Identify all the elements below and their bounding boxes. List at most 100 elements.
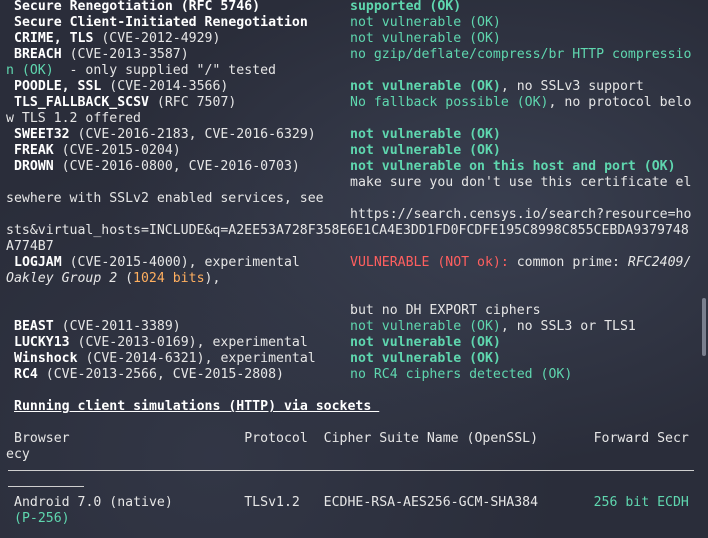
terminal-text: no RC4 ciphers detected (OK) [350, 367, 573, 382]
finding-result: not vulnerable (OK) [350, 15, 501, 31]
terminal-text: 256 bit ECDH [593, 495, 689, 510]
finding-label: Secure Client-Initiated Renegotiation [6, 15, 308, 30]
finding-label: n (OK) - only supplied "/" tested [6, 63, 276, 78]
terminal-text: n (OK) [6, 63, 54, 78]
finding-result: not vulnerable (OK) [350, 335, 501, 351]
terminal-line: LUCKY13 (CVE-2013-0169), experimental not… [6, 335, 696, 351]
finding-label: Oakley Group 2 (1024 bits), [6, 271, 220, 286]
terminal-text: (CVE-2016-0800, CVE-2016-0703) [53, 159, 300, 174]
terminal-text: (P-256) [14, 511, 70, 526]
terminal-text: (CVE-2013-2566, CVE-2015-2808) [37, 367, 284, 382]
finding-label: CRIME, TLS (CVE-2012-4929) [6, 31, 220, 46]
terminal-text: ), [204, 271, 221, 286]
table-header-rule [8, 470, 694, 471]
finding-result: not vulnerable on this host and port (OK… [350, 159, 676, 175]
finding-label: Browser Protocol Cipher Suite Name (Open… [6, 431, 689, 446]
terminal-line: Running client simulations (HTTP) via so… [6, 399, 696, 415]
terminal-text: LUCKY13 [14, 335, 70, 350]
terminal-text: LOGJAM [14, 255, 62, 270]
terminal-text: (CVE-2014-6321), experimental [77, 351, 316, 366]
terminal-text: not vulnerable (OK) [350, 143, 501, 158]
finding-result: not vulnerable (OK) [350, 127, 501, 143]
finding-result: no RC4 ciphers detected (OK) [350, 367, 572, 383]
finding-result: not vulnerable (OK) [350, 31, 501, 47]
terminal-text: (CVE-2013-3587) [61, 47, 189, 62]
finding-label: RC4 (CVE-2013-2566, CVE-2015-2808) [6, 367, 284, 382]
terminal-text: SWEET32 [14, 127, 70, 142]
terminal-text: (CVE-2015-4000), experimental [61, 255, 300, 270]
terminal-text: sewhere with SSLv2 enabled services, see [6, 191, 324, 206]
terminal-line: sewhere with SSLv2 enabled services, see [6, 191, 696, 207]
terminal-text: RFC2409/ [627, 255, 692, 270]
finding-label: POODLE, SSL (CVE-2014-3566) [6, 79, 228, 94]
terminal-text: Oakley Group 2 [6, 271, 118, 286]
terminal-line: CRIME, TLS (CVE-2012-4929) not vulnerable… [6, 31, 696, 47]
table-header-rule-continuation [8, 486, 84, 487]
terminal-text: (CVE-2015-0204) [53, 143, 181, 158]
terminal-text: A774B7 [6, 239, 54, 254]
terminal-text: CRIME, TLS [14, 31, 94, 46]
terminal-text: - only supplied "/" tested [53, 63, 276, 78]
terminal-line: https://search.censys.io/search?resource… [6, 207, 696, 223]
terminal-line: sts&virtual_hosts=INCLUDE&q=A2EE53A728F3… [6, 223, 696, 239]
terminal-text: POODLE, SSL [14, 79, 102, 94]
terminal-text: not vulnerable (OK) [350, 335, 501, 350]
finding-result: not vulnerable (OK), no SSLv3 support [350, 79, 644, 95]
terminal-text: but no DH EXPORT ciphers [350, 303, 541, 318]
finding-result: VULNERABLE (NOT ok): common prime: RFC24… [350, 255, 691, 271]
terminal-output: Secure Renegotiation (RFC 5746) supported… [6, 0, 696, 527]
terminal-line: POODLE, SSL (CVE-2014-3566) not vulnerabl… [6, 79, 696, 95]
terminal-line: ecy [6, 447, 696, 463]
finding-result: no gzip/deflate/compress/br HTTP compres… [350, 47, 691, 63]
terminal-text: (CVE-2012-4929) [93, 31, 221, 46]
finding-result: make sure you don't use this certificate… [350, 175, 691, 191]
terminal-line: DROWN (CVE-2016-0800, CVE-2016-0703) not … [6, 159, 696, 175]
terminal-text: Running client simulations (HTTP) via so… [14, 399, 380, 414]
finding-label: ecy [6, 447, 30, 462]
terminal-text: No fallback possible (OK) [350, 95, 549, 110]
terminal-text: BEAST [14, 319, 54, 334]
finding-label: LOGJAM (CVE-2015-4000), experimental [6, 255, 300, 270]
terminal-text: , no SSL3 or TLS1 [500, 319, 636, 334]
terminal-text: not vulnerable (OK) [350, 127, 501, 142]
terminal-text: , no protocol belo [548, 95, 692, 110]
terminal-text: Android 7.0 (native) TLSv1.2 ECDHE-RSA-A… [14, 495, 594, 510]
scrollbar-thumb[interactable] [702, 298, 706, 356]
finding-label: A774B7 [6, 239, 54, 254]
finding-result: https://search.censys.io/search?resource… [350, 207, 691, 223]
finding-result: not vulnerable (OK) [350, 351, 501, 367]
terminal-line: n (OK) - only supplied "/" tested [6, 63, 696, 79]
terminal-text: Browser Protocol Cipher Suite Name (Open… [14, 431, 689, 446]
terminal-text: (CVE-2013-0169), experimental [69, 335, 308, 350]
terminal-line: make sure you don't use this certificate… [6, 175, 696, 191]
finding-result: but no DH EXPORT ciphers [350, 303, 541, 319]
terminal-line: Secure Client-Initiated Renegotiation not… [6, 15, 696, 31]
finding-result: supported (OK) [350, 0, 461, 15]
finding-label: FREAK (CVE-2015-0204) [6, 143, 181, 158]
terminal-text: DROWN [14, 159, 54, 174]
terminal-text: BREACH [14, 47, 62, 62]
terminal-text: RC4 [14, 367, 38, 382]
finding-label: Running client simulations (HTTP) via so… [6, 399, 379, 414]
terminal-text: not vulnerable (OK) [350, 15, 501, 30]
finding-label: DROWN (CVE-2016-0800, CVE-2016-0703) [6, 159, 300, 174]
terminal-line: Browser Protocol Cipher Suite Name (Open… [6, 431, 696, 447]
terminal-line: w TLS 1.2 offered [6, 111, 696, 127]
finding-label: Android 7.0 (native) TLSv1.2 ECDHE-RSA-A… [6, 495, 689, 510]
terminal-text: w TLS 1.2 offered [6, 111, 141, 126]
terminal-text: 1024 bits [133, 271, 205, 286]
finding-label: w TLS 1.2 offered [6, 111, 141, 126]
terminal-text: (CVE-2016-2183, CVE-2016-6329) [69, 127, 316, 142]
terminal-line: LOGJAM (CVE-2015-4000), experimental VULN… [6, 255, 696, 271]
terminal-text: FREAK [14, 143, 54, 158]
finding-label: TLS_FALLBACK_SCSV (RFC 7507) [6, 95, 236, 110]
terminal-text: not vulnerable on this host and port (OK… [350, 159, 676, 174]
terminal-text: sts&virtual_hosts=INCLUDE&q=A2EE53A728F3… [6, 223, 689, 238]
finding-label: BREACH (CVE-2013-3587) [6, 47, 189, 62]
terminal-text: no gzip/deflate/compress/br HTTP compres… [350, 47, 692, 62]
finding-label: sts&virtual_hosts=INCLUDE&q=A2EE53A728F3… [6, 223, 689, 238]
